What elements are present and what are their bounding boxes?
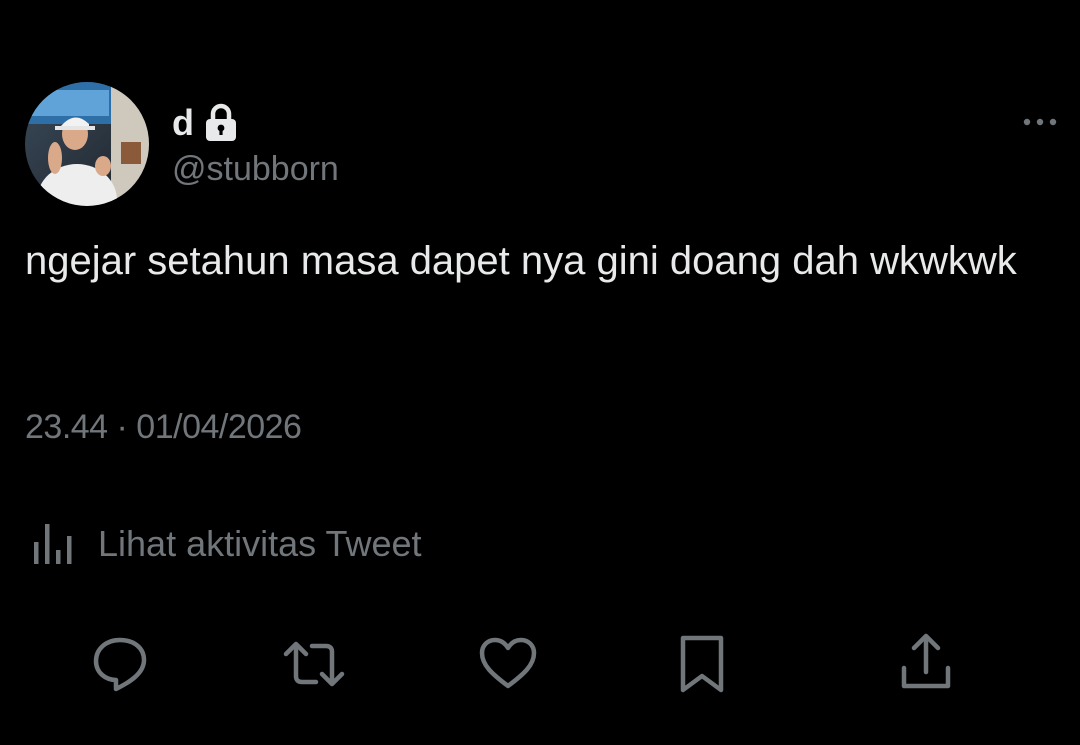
tweet-action-bar <box>0 632 1080 696</box>
author-name-row: d <box>172 99 238 147</box>
avatar[interactable] <box>25 82 149 206</box>
bookmark-icon <box>680 635 724 693</box>
share-icon <box>901 633 951 689</box>
avatar-image <box>25 82 149 206</box>
heart-icon <box>479 637 537 689</box>
retweet-button[interactable] <box>282 632 346 696</box>
view-tweet-activity[interactable]: Lihat aktivitas Tweet <box>30 518 422 570</box>
like-button[interactable] <box>476 632 540 696</box>
author-display-name[interactable]: d <box>172 99 194 147</box>
reply-button[interactable] <box>88 632 152 696</box>
author-handle[interactable]: @stubborn <box>172 148 339 190</box>
share-button[interactable] <box>894 632 958 696</box>
bookmark-button[interactable] <box>670 632 734 696</box>
reply-icon <box>93 637 147 692</box>
retweet-icon <box>283 641 345 687</box>
analytics-icon <box>30 520 78 568</box>
more-options-icon[interactable] <box>1018 108 1062 136</box>
activity-label: Lihat aktivitas Tweet <box>98 523 422 564</box>
tweet-timestamp[interactable]: 23.44 · 01/04/2026 <box>25 404 302 450</box>
tweet-text: ngejar setahun masa dapet nya gini doang… <box>25 239 1017 283</box>
lock-icon <box>204 103 238 143</box>
